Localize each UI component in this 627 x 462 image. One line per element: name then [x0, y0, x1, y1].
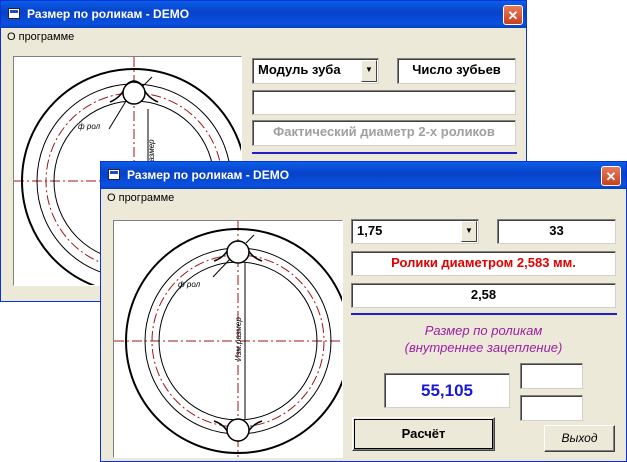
front-divider — [351, 313, 617, 315]
front-window: Размер по роликам - DEMO ✕ О программе ф… — [100, 161, 627, 462]
back-chevron-down-icon[interactable]: ▼ — [361, 60, 377, 82]
front-titlebar[interactable]: Размер по роликам - DEMO ✕ — [101, 162, 626, 189]
result-title-line2: (внутреннее зацепление) — [404, 340, 563, 355]
front-gear-drawing: ф рол Изм.размер — [113, 220, 351, 458]
extra-field-1[interactable] — [520, 363, 583, 389]
back-close-icon[interactable]: ✕ — [503, 5, 523, 25]
front-gear-svg: ф рол Изм.размер — [114, 221, 351, 457]
back-titlebar[interactable]: Размер по роликам - DEMO ✕ — [1, 1, 526, 28]
teeth-count-field[interactable]: 33 — [497, 219, 616, 244]
module-select-value: 1,75 — [357, 223, 383, 238]
module-select[interactable]: 1,75 ▼ — [351, 219, 479, 244]
result-title-line1: Размер по роликам — [424, 323, 543, 338]
back-roller-label: ф рол — [78, 122, 101, 131]
front-menubar: О программе — [101, 190, 626, 208]
back-window-title: Размер по роликам - DEMO — [27, 7, 190, 21]
back-diameter-field[interactable]: Фактический диаметр 2-х роликов — [252, 120, 516, 146]
back-teeth-field[interactable]: Число зубьев — [397, 58, 516, 84]
back-module-select[interactable]: Модуль зуба ▼ — [252, 58, 379, 84]
back-menu-about[interactable]: О программе — [7, 31, 74, 43]
extra-field-2[interactable] — [520, 395, 583, 421]
front-menu-about[interactable]: О программе — [107, 192, 174, 204]
exit-button[interactable]: Выход — [544, 425, 615, 452]
front-window-title: Размер по роликам - DEMO — [127, 168, 290, 182]
front-size-label: Изм.размер — [234, 317, 243, 361]
back-menubar: О программе — [1, 29, 526, 47]
calculate-button[interactable]: Расчёт — [352, 417, 495, 451]
result-value-field: 55,105 — [384, 373, 510, 408]
app-icon — [8, 8, 20, 19]
back-roller-field[interactable] — [252, 90, 516, 115]
roller-info-field: Ролики диаметром 2,583 мм. — [351, 251, 616, 276]
roller-diameter-field[interactable]: 2,58 — [351, 283, 616, 308]
result-title: Размер по роликам (внутреннее зацепление… — [351, 322, 616, 356]
front-close-icon[interactable]: ✕ — [601, 166, 621, 186]
front-roller-label: ф рол — [178, 280, 201, 289]
back-module-select-value: Модуль зуба — [258, 62, 341, 77]
app-icon — [108, 169, 120, 180]
chevron-down-icon[interactable]: ▼ — [461, 221, 477, 242]
back-divider — [252, 152, 517, 154]
